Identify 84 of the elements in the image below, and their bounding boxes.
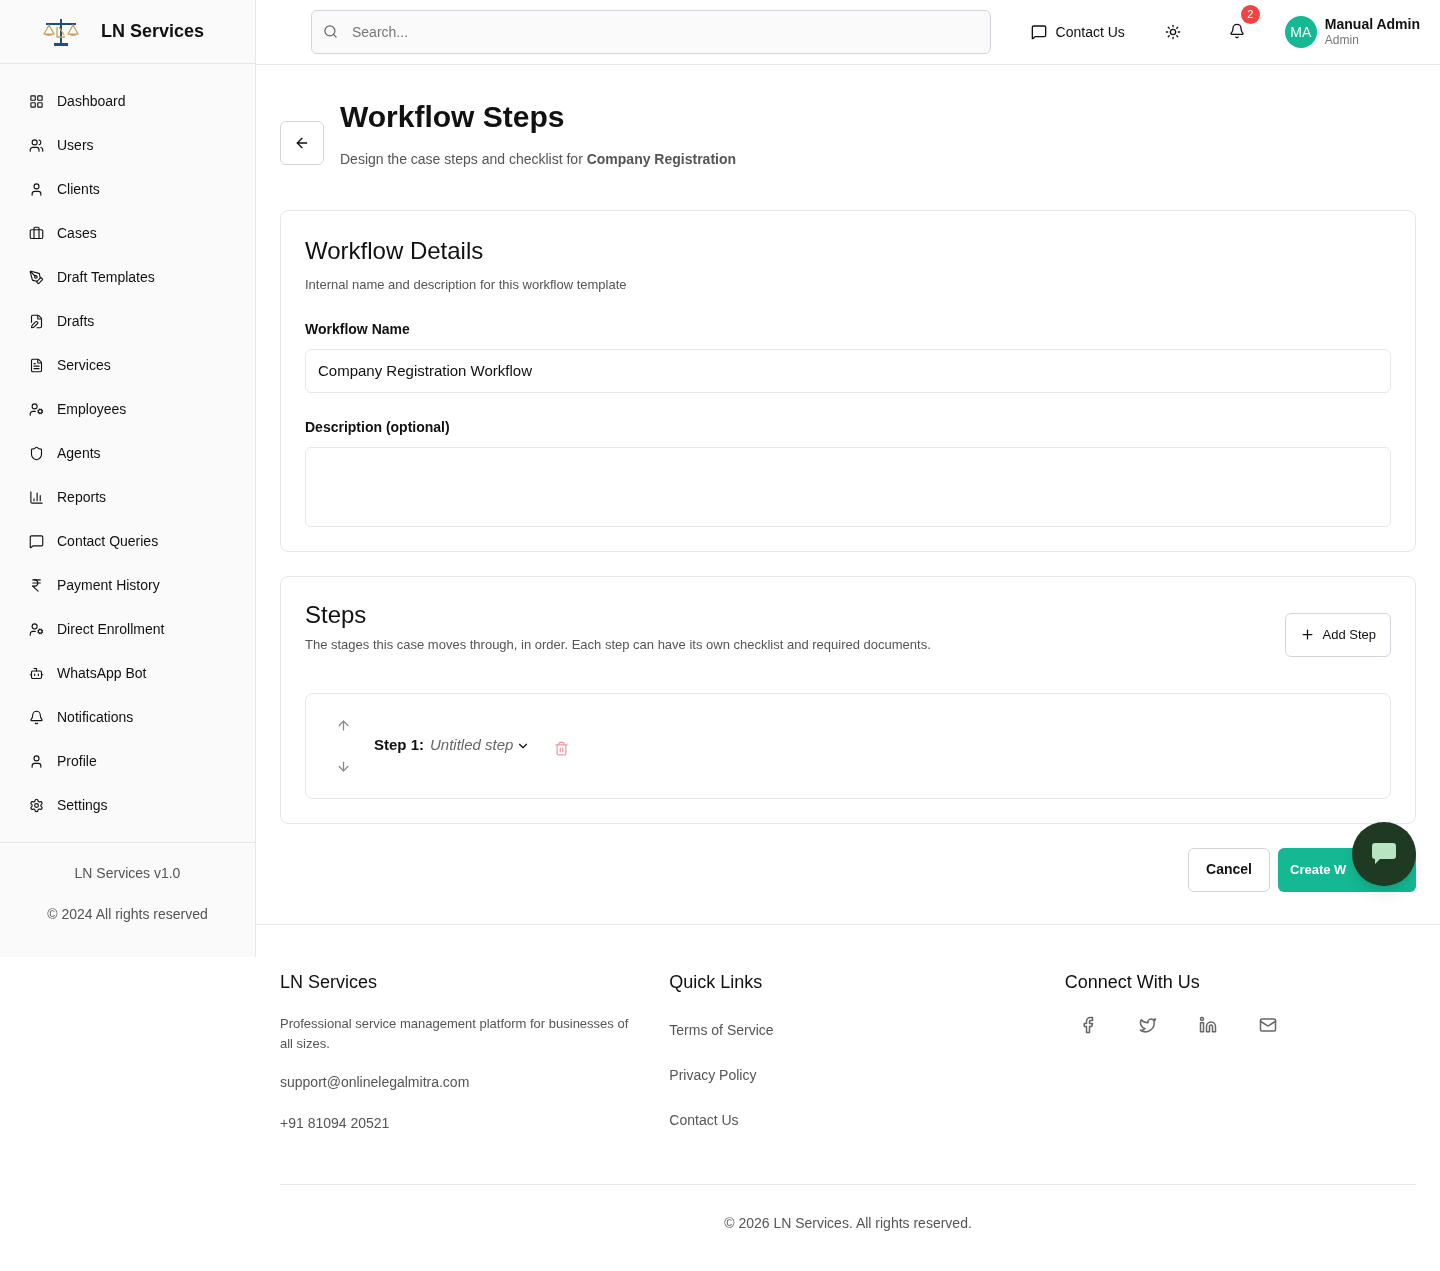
footer-link[interactable]: Privacy Policy <box>669 1064 1027 1086</box>
chat-icon <box>1371 841 1397 866</box>
sidebar-item[interactable]: Dashboard <box>0 79 255 123</box>
plus-icon <box>1299 627 1315 642</box>
footer-link[interactable]: Contact Us <box>669 1109 1027 1131</box>
briefcase-icon <box>29 225 44 241</box>
sidebar-item[interactable]: Reports <box>0 475 255 519</box>
footer-heading: LN Services <box>280 970 379 994</box>
arrow-down-icon <box>336 758 351 774</box>
card-title: Workflow Details <box>305 236 485 266</box>
cancel-button[interactable]: Cancel <box>1188 847 1270 892</box>
sidebar-item[interactable]: Users <box>0 123 255 167</box>
workflow-name-field[interactable]: Company Registration Workflow <box>305 348 1391 393</box>
step-toggle[interactable]: Step 1: Untitled step <box>374 734 531 757</box>
users-icon <box>29 137 44 153</box>
bar-chart-icon <box>29 489 44 505</box>
card-title: Steps <box>305 600 368 629</box>
sidebar-item[interactable]: Notifications <box>0 695 255 739</box>
search-icon <box>323 24 338 39</box>
linkedin-icon <box>1198 1015 1217 1034</box>
message-icon <box>1030 24 1047 40</box>
social-link[interactable] <box>1258 1015 1277 1034</box>
support-email: support@onlinelegalmitra.com <box>280 1072 471 1092</box>
sidebar-item[interactable]: Payment History <box>0 563 255 607</box>
sidebar-item[interactable]: Agents <box>0 431 255 475</box>
user-icon <box>29 753 44 769</box>
chat-bubble-button[interactable] <box>1352 821 1416 886</box>
settings-icon <box>29 797 44 813</box>
pen-icon <box>29 269 44 285</box>
sidebar-item[interactable]: Cases <box>0 211 255 255</box>
page-title: Workflow Steps <box>340 99 566 135</box>
card-description: The stages this case moves through, in order. Each step can have its own checklist and required documents. <box>305 635 931 654</box>
footer-about-text: Professional service management platform for businesses of all sizes. <box>280 1014 630 1053</box>
file-edit-icon <box>29 313 44 329</box>
user-gear-icon <box>29 401 44 417</box>
bell-icon <box>29 709 44 725</box>
page-subtitle: Design the case steps and checklist for Company Registration <box>340 150 737 169</box>
back-arrow-icon <box>294 135 310 151</box>
move-up-button[interactable] <box>336 717 351 733</box>
field-label: Description (optional) <box>305 417 451 437</box>
mail-icon <box>1258 1015 1277 1034</box>
user-gear-icon <box>29 621 44 637</box>
social-link[interactable] <box>1138 1015 1157 1034</box>
sun-icon <box>1164 24 1181 40</box>
twitter-icon <box>1138 1015 1157 1034</box>
footer-heading: Connect With Us <box>1064 970 1201 994</box>
move-down-button[interactable] <box>336 758 351 774</box>
footer-copyright: © 2026 LN Services. All rights reserved. <box>724 1213 972 1233</box>
sidebar-item[interactable]: Contact Queries <box>0 519 255 563</box>
add-step-button[interactable]: Add Step <box>1284 612 1391 657</box>
footer-heading: Quick Links <box>669 970 764 994</box>
notification-badge: 2 <box>1240 4 1260 24</box>
sidebar-item[interactable]: Profile <box>0 739 255 783</box>
field-label: Workflow Name <box>305 319 411 339</box>
shield-icon <box>29 445 44 461</box>
trash-icon <box>554 741 570 756</box>
bell-icon <box>1228 22 1245 39</box>
scales-logo-icon <box>42 16 80 47</box>
description-field[interactable] <box>305 446 1391 527</box>
brand-name: LN Services <box>101 20 205 43</box>
copyright-text: © 2024 All rights reserved <box>47 905 208 924</box>
contact-us-button[interactable]: Contact Us <box>1030 21 1125 43</box>
sidebar-item[interactable]: Services <box>0 343 255 387</box>
sidebar-item[interactable]: Drafts <box>0 299 255 343</box>
sidebar-item[interactable]: Draft Templates <box>0 255 255 299</box>
version-text: LN Services v1.0 <box>74 864 181 883</box>
sidebar-item[interactable]: Clients <box>0 167 255 211</box>
card-description: Internal name and description for this workflow template <box>305 276 628 294</box>
robot-icon <box>29 665 44 681</box>
support-phone: +91 81094 20521 <box>280 1113 391 1133</box>
footer-link[interactable]: Terms of Service <box>669 1019 1027 1041</box>
rupee-icon <box>29 577 44 593</box>
document-icon <box>29 357 44 373</box>
user-icon <box>29 181 44 197</box>
sidebar-item[interactable]: Direct Enrollment <box>0 607 255 651</box>
sidebar-item[interactable]: Employees <box>0 387 255 431</box>
user-role: Admin <box>1324 33 1360 49</box>
search-field[interactable]: Search... <box>311 10 991 54</box>
sidebar-item[interactable]: Settings <box>0 783 255 827</box>
message-icon <box>29 533 44 549</box>
social-link[interactable] <box>1198 1015 1217 1034</box>
sidebar-item[interactable]: WhatsApp Bot <box>0 651 255 695</box>
grid-icon <box>29 93 44 109</box>
user-name: Manual Admin <box>1324 15 1420 34</box>
